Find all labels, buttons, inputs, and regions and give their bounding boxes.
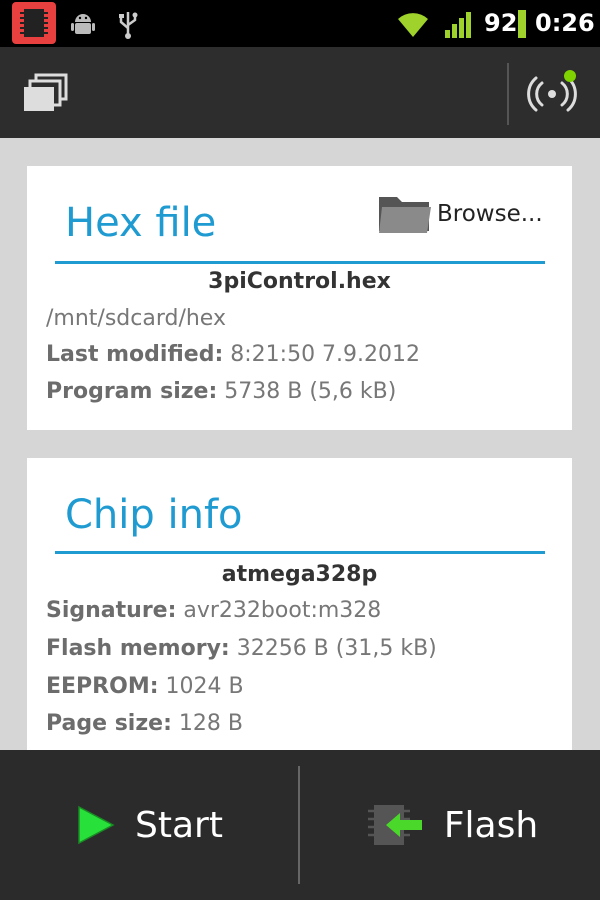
browse-button[interactable]: Browse... xyxy=(377,192,543,236)
start-label: Start xyxy=(135,804,223,846)
battery-level: 92 xyxy=(484,9,518,37)
chip-icon xyxy=(12,2,56,44)
eeprom-label: EEPROM: xyxy=(46,674,159,699)
folder-icon xyxy=(379,197,431,233)
browse-label: Browse... xyxy=(437,201,543,227)
chip-info-divider xyxy=(55,551,545,554)
signal-icon xyxy=(442,0,478,47)
hex-file-divider xyxy=(55,261,545,264)
signature-value: avr232boot:m328 xyxy=(183,598,382,623)
page-size-value: 128 B xyxy=(178,711,243,736)
start-button[interactable]: Start xyxy=(0,750,298,900)
program-size-value: 5738 B (5,6 kB) xyxy=(224,379,397,404)
wireless-connection-icon[interactable] xyxy=(526,67,584,119)
last-modified-row: Last modified: 8:21:50 7.9.2012 xyxy=(46,342,420,367)
hex-file-title: Hex file xyxy=(65,200,217,246)
flash-memory-value: 32256 B (31,5 kB) xyxy=(236,636,437,661)
flash-chip-icon xyxy=(367,805,422,845)
signature-row: Signature: avr232boot:m328 xyxy=(46,598,381,623)
eeprom-value: 1024 B xyxy=(165,674,244,699)
flash-memory-label: Flash memory: xyxy=(46,636,230,661)
flash-memory-row: Flash memory: 32256 B (31,5 kB) xyxy=(46,636,437,661)
bottom-bar-divider xyxy=(298,766,300,884)
program-size-row: Program size: 5738 B (5,6 kB) xyxy=(46,379,396,404)
wifi-icon xyxy=(392,0,434,47)
flash-label: Flash xyxy=(443,804,539,846)
windows-stack-icon[interactable] xyxy=(20,71,70,115)
hex-file-card: Hex file Browse... 3piControl.hex /mnt/s… xyxy=(27,166,572,430)
page-size-row: Page size: 128 B xyxy=(46,711,243,736)
usb-icon xyxy=(114,0,142,47)
bottom-action-bar: Start Flash xyxy=(0,750,600,900)
flash-button[interactable]: Flash xyxy=(302,750,600,900)
action-bar-divider xyxy=(507,63,509,125)
page-size-label: Page size: xyxy=(46,711,172,736)
last-modified-label: Last modified: xyxy=(46,342,224,367)
clock: 0:26 xyxy=(535,9,595,37)
chip-info-title: Chip info xyxy=(65,492,243,538)
hex-file-path: /mnt/sdcard/hex xyxy=(46,306,226,331)
chip-name: atmega328p xyxy=(221,562,378,587)
chip-info-card: Chip info atmega328p Signature: avr232bo… xyxy=(27,458,572,758)
signature-label: Signature: xyxy=(46,598,177,623)
action-bar xyxy=(0,47,600,138)
status-bar: 92 0:26 xyxy=(0,0,600,47)
play-icon xyxy=(78,805,115,845)
hex-file-name: 3piControl.hex xyxy=(208,269,391,294)
last-modified-value: 8:21:50 7.9.2012 xyxy=(230,342,421,367)
program-size-label: Program size: xyxy=(46,379,218,404)
battery-icon xyxy=(518,10,526,38)
eeprom-row: EEPROM: 1024 B xyxy=(46,674,244,699)
android-debug-icon xyxy=(66,0,100,47)
